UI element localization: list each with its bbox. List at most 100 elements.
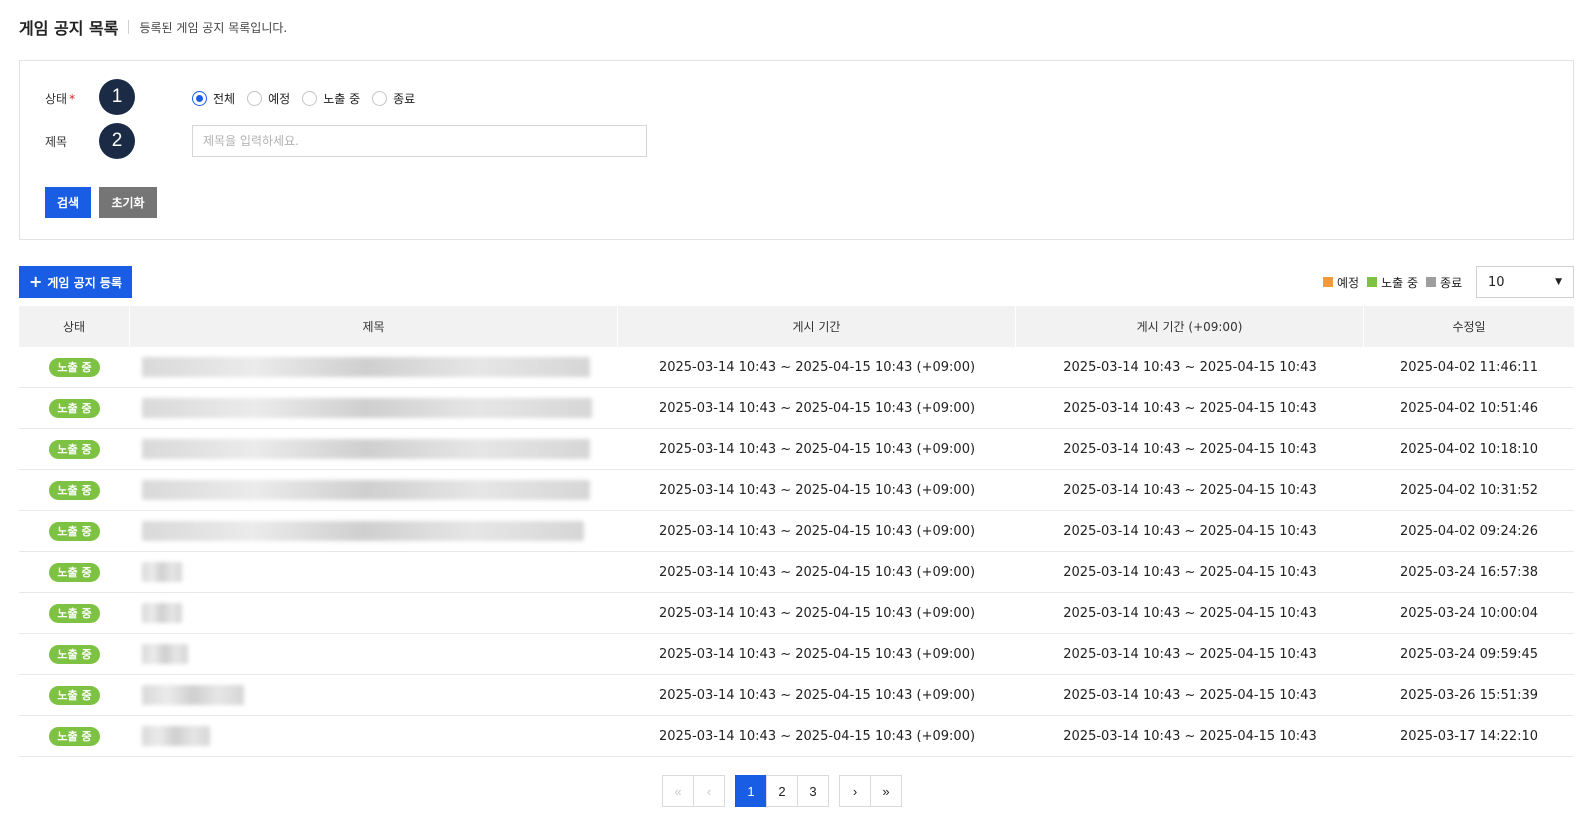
redacted-title — [142, 726, 210, 746]
period-cell: 2025-03-14 10:43 ~ 2025-04-15 10:43 (+09… — [658, 441, 976, 457]
title-cell[interactable] — [130, 552, 618, 592]
modified-cell: 2025-03-26 15:51:39 — [1399, 687, 1539, 703]
status-cell: 노출 중 — [19, 716, 130, 756]
title-cell[interactable] — [130, 511, 618, 551]
table-row[interactable]: 노출 중 2025-03-14 10:43 ~ 2025-04-15 10:43 … — [19, 347, 1574, 388]
double-chevron-left-icon[interactable]: « — [662, 775, 694, 807]
title-cell[interactable] — [130, 593, 618, 633]
chevron-right-icon[interactable]: › — [839, 775, 871, 807]
status-radio-scheduled[interactable]: 예정 — [247, 90, 290, 107]
legend-label: 예정 — [1337, 275, 1360, 290]
radio-circle[interactable] — [372, 90, 388, 106]
reset-button[interactable]: 초기화 — [99, 187, 157, 218]
title-cell[interactable] — [130, 347, 618, 387]
status-badge: 노출 중 — [49, 562, 100, 582]
period-kst-cell: 2025-03-14 10:43 ~ 2025-04-15 10:43 — [1063, 523, 1317, 539]
pagination: «‹ 1 2 3 ›» — [662, 775, 902, 807]
period-cell: 2025-03-14 10:43 ~ 2025-04-15 10:43 (+09… — [658, 400, 976, 416]
legend-swatch — [1426, 277, 1437, 287]
table-row[interactable]: 노출 중 2025-03-14 10:43 ~ 2025-04-15 10:43 … — [19, 552, 1574, 593]
radio-label: 예정 — [268, 91, 291, 106]
chevron-left-icon[interactable]: ‹ — [693, 775, 725, 807]
modified-cell: 2025-03-24 09:59:45 — [1399, 646, 1539, 662]
page-size-select[interactable]: 10 ▼ — [1476, 266, 1574, 298]
column-header-modified[interactable]: 수정일 — [1364, 306, 1574, 347]
page-button-1[interactable]: 1 — [735, 775, 767, 807]
period-cell: 2025-03-14 10:43 ~ 2025-04-15 10:43 (+09… — [658, 482, 976, 498]
status-label-text: 상태 — [45, 92, 68, 106]
legend-label: 종료 — [1440, 275, 1463, 290]
step-badge-2: 2 — [99, 123, 135, 159]
legend-item-active: 노출 중 — [1367, 274, 1418, 291]
radio-circle[interactable] — [302, 90, 318, 106]
period-kst-cell: 2025-03-14 10:43 ~ 2025-04-15 10:43 — [1063, 359, 1317, 375]
column-header-status[interactable]: 상태 — [19, 306, 130, 347]
title-cell[interactable] — [130, 716, 618, 756]
modified-cell: 2025-03-24 16:57:38 — [1399, 564, 1539, 580]
page-button-2[interactable]: 2 — [766, 775, 798, 807]
column-header-period[interactable]: 게시 기간 — [618, 306, 1016, 347]
modified-cell: 2025-04-02 10:51:46 — [1399, 400, 1539, 416]
redacted-title — [142, 357, 590, 377]
status-cell: 노출 중 — [19, 388, 130, 428]
table-row[interactable]: 노출 중 2025-03-14 10:43 ~ 2025-04-15 10:43 … — [19, 716, 1574, 757]
page-subtitle: 등록된 게임 공지 목록입니다. — [139, 20, 288, 35]
status-cell: 노출 중 — [19, 429, 130, 469]
radio-circle[interactable] — [247, 90, 263, 106]
radio-circle[interactable] — [192, 90, 207, 106]
legend-item-scheduled: 예정 — [1323, 274, 1359, 291]
period-kst-cell: 2025-03-14 10:43 ~ 2025-04-15 10:43 — [1063, 646, 1317, 662]
table-row[interactable]: 노출 중 2025-03-14 10:43 ~ 2025-04-15 10:43 … — [19, 388, 1574, 429]
period-cell: 2025-03-14 10:43 ~ 2025-04-15 10:43 (+09… — [658, 359, 976, 375]
status-badge: 노출 중 — [49, 644, 100, 664]
table-row[interactable]: 노출 중 2025-03-14 10:43 ~ 2025-04-15 10:43 … — [19, 675, 1574, 716]
status-badge: 노출 중 — [49, 357, 100, 377]
period-kst-cell: 2025-03-14 10:43 ~ 2025-04-15 10:43 — [1063, 728, 1317, 744]
column-header-title[interactable]: 제목 — [130, 306, 618, 347]
header-divider — [128, 20, 130, 34]
modified-cell: 2025-04-02 10:31:52 — [1399, 482, 1539, 498]
status-radio-all[interactable]: 전체 — [192, 90, 235, 107]
status-cell: 노출 중 — [19, 470, 130, 510]
status-cell: 노출 중 — [19, 593, 130, 633]
search-button[interactable]: 검색 — [45, 187, 91, 218]
table-row[interactable]: 노출 중 2025-03-14 10:43 ~ 2025-04-15 10:43 … — [19, 511, 1574, 552]
table-header: 상태 제목 게시 기간 게시 기간 (+09:00) 수정일 — [19, 306, 1574, 347]
period-cell: 2025-03-14 10:43 ~ 2025-04-15 10:43 (+09… — [658, 523, 976, 539]
table-row[interactable]: 노출 중 2025-03-14 10:43 ~ 2025-04-15 10:43 … — [19, 634, 1574, 675]
double-chevron-right-icon[interactable]: » — [870, 775, 902, 807]
redacted-title — [142, 480, 590, 500]
period-kst-cell: 2025-03-14 10:43 ~ 2025-04-15 10:43 — [1063, 564, 1317, 580]
title-cell[interactable] — [130, 634, 618, 674]
status-radio-ended[interactable]: 종료 — [372, 90, 415, 107]
redacted-title — [142, 644, 188, 664]
table-row[interactable]: 노출 중 2025-03-14 10:43 ~ 2025-04-15 10:43 … — [19, 429, 1574, 470]
title-cell[interactable] — [130, 429, 618, 469]
page-button-3[interactable]: 3 — [797, 775, 829, 807]
status-radio-group: 전체 예정 노출 중 종료 — [192, 89, 427, 107]
title-cell[interactable] — [130, 470, 618, 510]
table-row[interactable]: 노출 중 2025-03-14 10:43 ~ 2025-04-15 10:43 … — [19, 593, 1574, 634]
required-mark: * — [69, 92, 76, 106]
period-cell: 2025-03-14 10:43 ~ 2025-04-15 10:43 (+09… — [658, 646, 976, 662]
modified-cell: 2025-04-02 10:18:10 — [1399, 441, 1539, 457]
title-cell[interactable] — [130, 388, 618, 428]
radio-label: 종료 — [393, 91, 416, 106]
status-badge: 노출 중 — [49, 480, 100, 500]
legend-label: 노출 중 — [1381, 275, 1419, 290]
status-cell: 노출 중 — [19, 511, 130, 551]
table-row[interactable]: 노출 중 2025-03-14 10:43 ~ 2025-04-15 10:43 … — [19, 470, 1574, 511]
status-radio-active[interactable]: 노출 중 — [302, 90, 360, 107]
plus-icon: + — [28, 272, 43, 291]
column-header-period-kst[interactable]: 게시 기간 (+09:00) — [1016, 306, 1364, 347]
radio-label: 전체 — [213, 91, 236, 106]
period-kst-cell: 2025-03-14 10:43 ~ 2025-04-15 10:43 — [1063, 441, 1317, 457]
status-badge: 노출 중 — [49, 398, 100, 418]
legend-swatch — [1367, 277, 1378, 287]
title-search-input[interactable] — [192, 125, 647, 157]
period-kst-cell: 2025-03-14 10:43 ~ 2025-04-15 10:43 — [1063, 605, 1317, 621]
register-notice-button[interactable]: + 게임 공지 등록 — [19, 266, 132, 298]
status-badge: 노출 중 — [49, 439, 100, 459]
title-cell[interactable] — [130, 675, 618, 715]
redacted-title — [142, 521, 584, 541]
